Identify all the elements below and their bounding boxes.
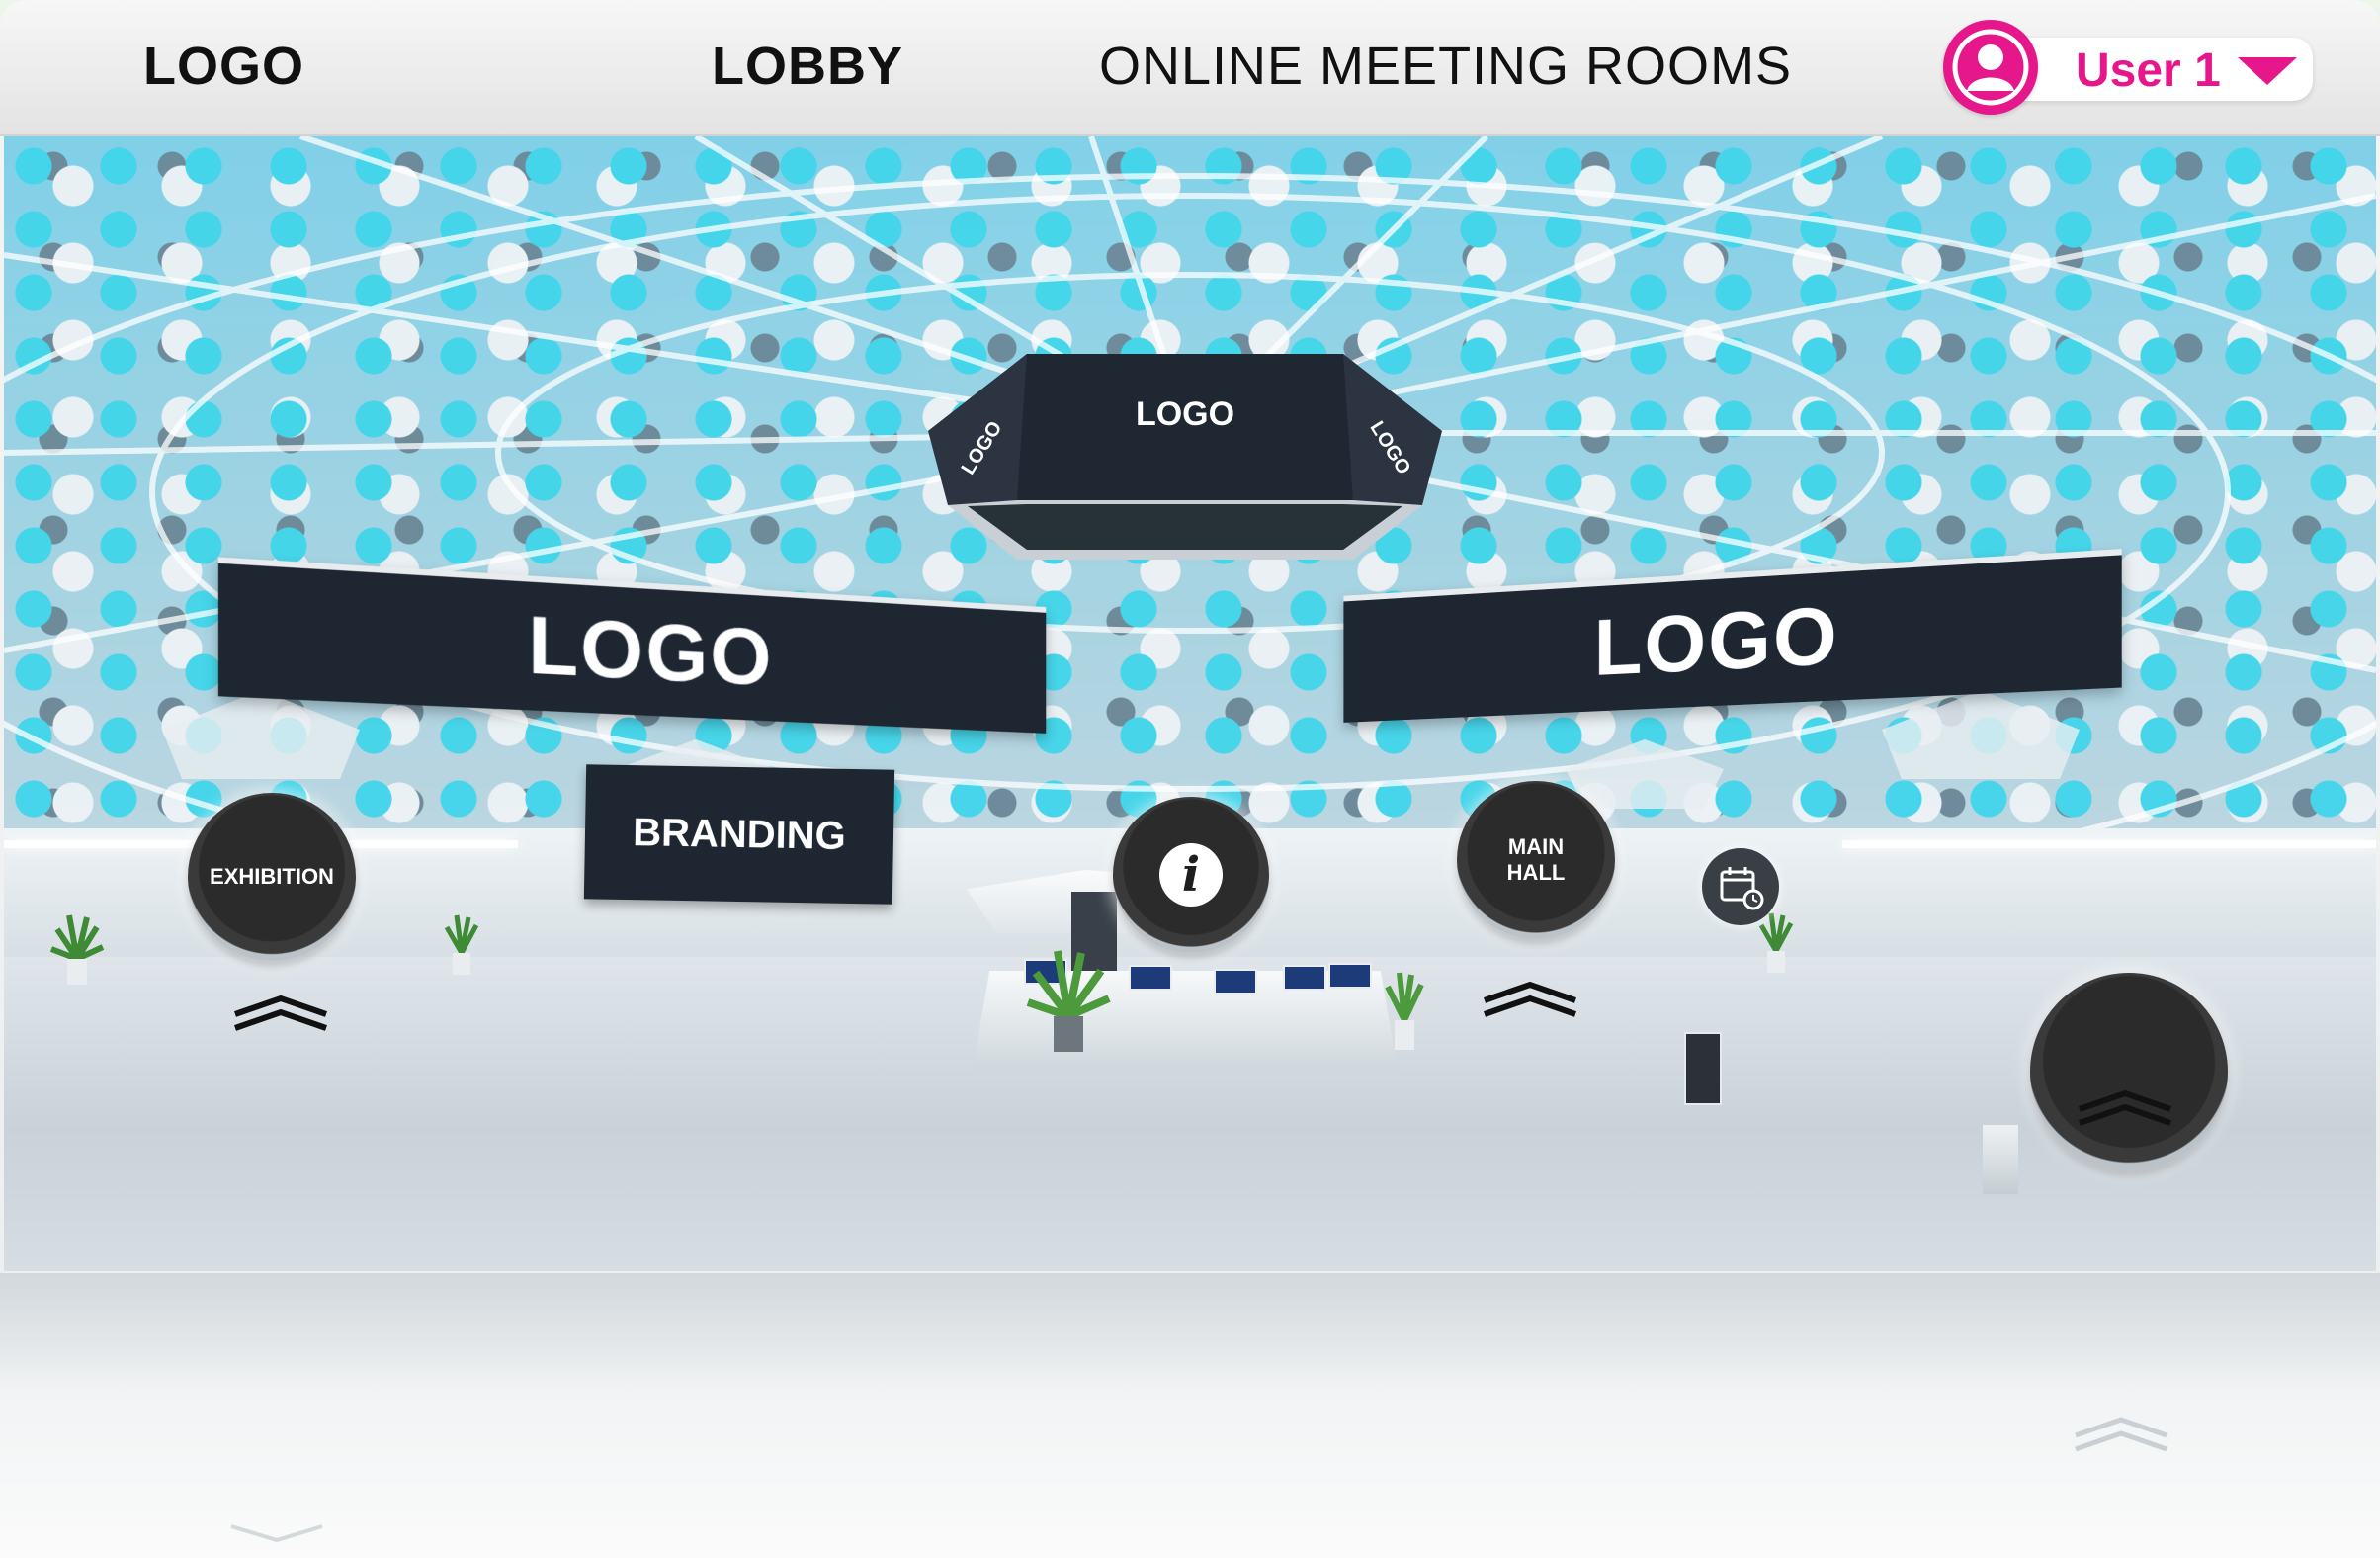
desk-screen [1283, 965, 1326, 991]
desk-screen [1328, 963, 1372, 989]
nav-link-lobby[interactable]: LOBBY [712, 36, 903, 97]
exhibition-hotspot-button[interactable]: EXHIBITION [188, 793, 356, 961]
main-hall-label-line2: HALL [1506, 860, 1566, 885]
plant [444, 914, 479, 975]
reflected-chevron-icon [2075, 1417, 2168, 1452]
calendar-button[interactable] [1702, 848, 1779, 925]
hanging-hexagon-sign: LOGO LOGO LOGO [928, 352, 1442, 569]
user-menu-button[interactable]: User 1 [1943, 20, 2313, 115]
plant [1026, 950, 1111, 1052]
hex-sign-front-logo: LOGO [1096, 395, 1274, 434]
app-window: LOGO LOBBY ONLINE MEETING ROOMS User 1 L… [0, 0, 2380, 1558]
calendar-icon [1720, 867, 1764, 910]
info-icon: i [1159, 843, 1223, 907]
branding-board[interactable]: BRANDING [583, 764, 895, 905]
brand-logo: LOGO [143, 37, 304, 96]
caret-down-icon[interactable] [2238, 57, 2297, 85]
user-name: User 1 [2076, 44, 2221, 97]
walk-forward-chevron-icon[interactable] [231, 993, 330, 1032]
light-strip [1842, 840, 2376, 848]
statue-pedestal [1983, 1125, 2018, 1194]
desk-screen [1214, 969, 1257, 995]
walk-forward-chevron-icon[interactable] [2076, 1087, 2174, 1127]
info-kiosk [1684, 1032, 1722, 1105]
plant [49, 914, 105, 985]
nav-link-online-meeting-rooms[interactable]: ONLINE MEETING ROOMS [1099, 36, 1792, 97]
desk-screen [1129, 965, 1172, 991]
virtual-lobby-scene[interactable]: LOGO LOGO LOGO LOGO LOGO BRANDING EXHIBI… [4, 136, 2376, 1271]
reflected-chevron-icon [230, 1524, 323, 1543]
main-hall-hotspot-button[interactable]: MAIN HALL [1457, 781, 1615, 939]
walk-forward-chevron-icon[interactable] [1481, 979, 1579, 1018]
main-hall-label-line1: MAIN [1507, 834, 1565, 859]
info-hotspot-button[interactable]: i [1113, 797, 1269, 953]
navigation-hotspot-button[interactable] [2030, 973, 2228, 1170]
user-avatar-icon [1943, 20, 2038, 115]
plant [1385, 972, 1424, 1050]
reflection-shade [0, 1273, 2380, 1392]
exhibition-label: EXHIBITION [210, 864, 334, 889]
floor-reflection [0, 1273, 2380, 1558]
top-navbar: LOGO LOBBY ONLINE MEETING ROOMS User 1 [0, 0, 2380, 136]
